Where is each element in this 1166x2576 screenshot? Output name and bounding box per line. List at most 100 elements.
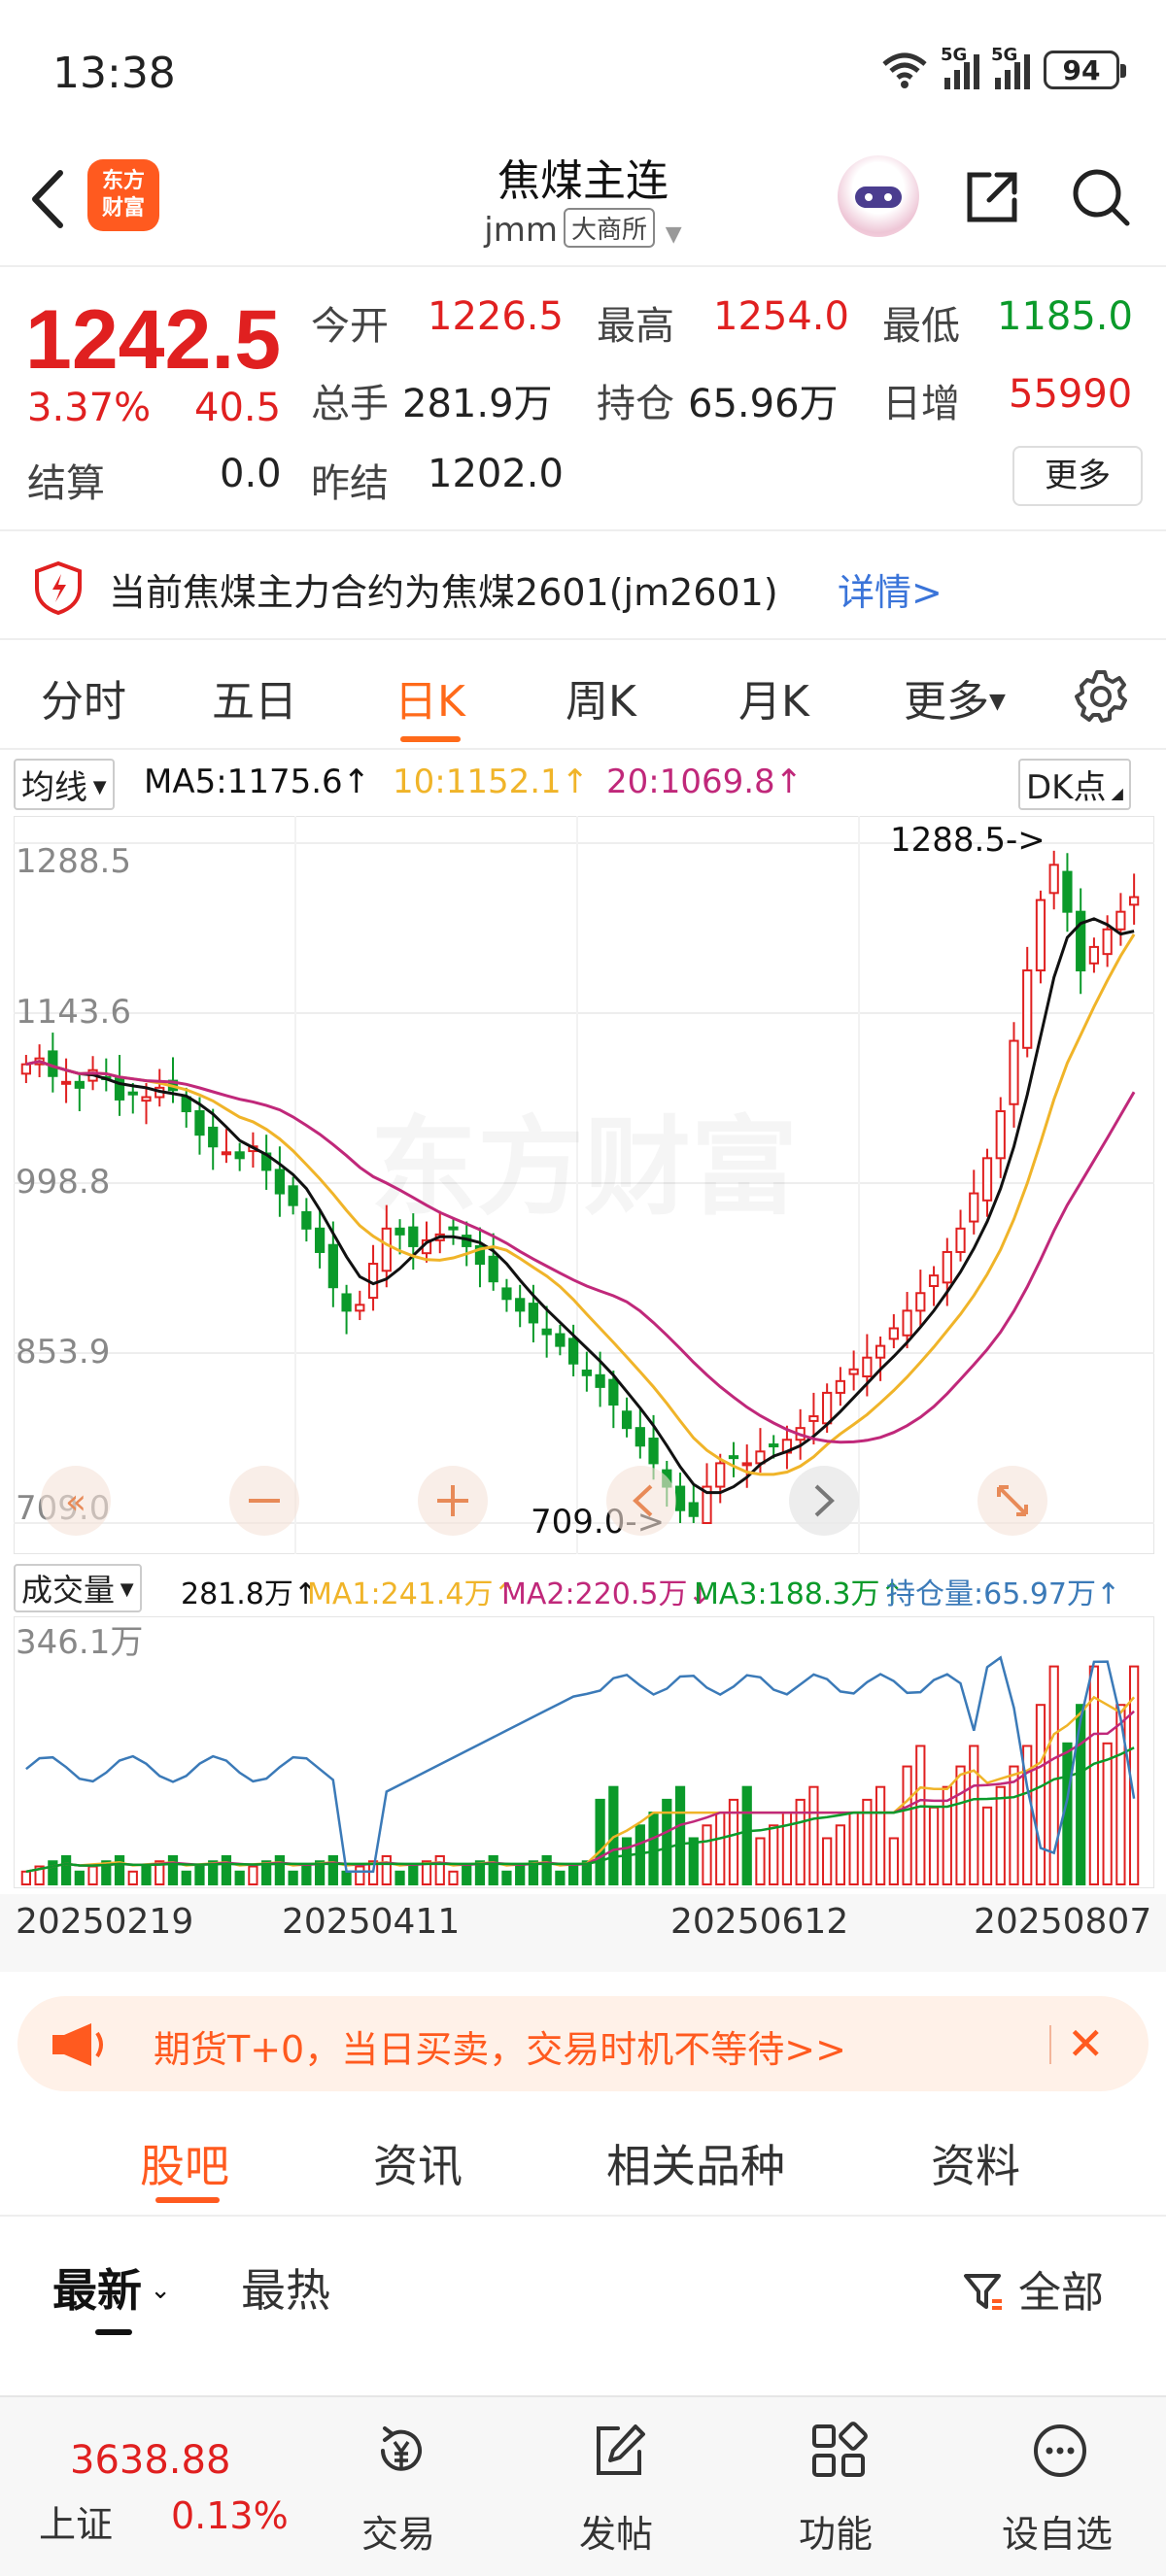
robot-assistant-icon[interactable] <box>838 155 919 237</box>
tab-monthly-k[interactable]: 月K <box>738 666 809 729</box>
ma20-value: 20:1069.8↑ <box>606 763 804 801</box>
volume-indicator-selector[interactable]: 成交量 ▼ <box>14 1564 142 1612</box>
scroll-left-button[interactable]: « <box>41 1466 111 1536</box>
tab-daily-k[interactable]: 日K <box>394 666 465 729</box>
sort-hot[interactable]: 最热 <box>241 2255 330 2320</box>
volume-bar <box>448 1870 459 1885</box>
nav-trade[interactable]: 交易 <box>301 2397 496 2576</box>
step-left-button[interactable] <box>606 1466 676 1536</box>
status-icons: 5G 5G 94 <box>880 45 1126 89</box>
vol-ma1-value: MA1:241.4万↑ <box>307 1577 518 1611</box>
double-left-icon: « <box>65 1482 86 1522</box>
volume-bar <box>341 1870 352 1885</box>
more-button[interactable]: 更多 <box>1012 446 1143 506</box>
candle-body <box>728 1455 739 1460</box>
tab-weekly-k[interactable]: 周K <box>566 666 636 729</box>
candle-body <box>1076 910 1086 972</box>
candle-body <box>221 1151 232 1156</box>
candle-body <box>835 1379 846 1394</box>
volume-bar <box>1102 1742 1113 1885</box>
tab-more[interactable]: 更多▼ <box>904 666 1006 729</box>
volume-bar <box>248 1865 258 1885</box>
candle-body <box>942 1250 952 1284</box>
candle-body <box>301 1210 312 1230</box>
nav-post[interactable]: 发帖 <box>519 2397 713 2576</box>
y-tick-label: 1143.6 <box>16 993 131 1032</box>
zoom-out-button[interactable] <box>229 1466 299 1536</box>
volume-bar <box>381 1854 392 1886</box>
volume-bar <box>741 1785 752 1885</box>
zoom-in-button[interactable] <box>418 1466 488 1536</box>
dk-point-selector[interactable]: DK点 ◢ <box>1018 759 1131 810</box>
ma5-value: MA5:1175.6↑ <box>144 763 371 801</box>
volume-bar <box>1009 1765 1019 1885</box>
candle-body <box>1035 898 1046 972</box>
volume-bar <box>1035 1704 1046 1885</box>
tab-intraday[interactable]: 分时 <box>41 666 126 729</box>
sort-bar: 最新 ⌄ 最热 全部 <box>0 2219 1166 2345</box>
high-value: 1254.0 <box>713 294 849 339</box>
candlestick-chart[interactable]: 东方财富 1288.51143.6998.8853.9709.0 1288.5-… <box>14 816 1154 1554</box>
sort-newest[interactable]: 最新 ⌄ <box>52 2255 171 2320</box>
promo-banner[interactable]: 期货T+0，当日买卖，交易时机不等待>> ✕ <box>17 1996 1149 2091</box>
candle-body <box>688 1502 699 1517</box>
volume-bar <box>808 1785 819 1885</box>
tab-forum[interactable]: 股吧 <box>140 2131 229 2195</box>
back-arrow-icon <box>32 170 63 228</box>
promo-divider <box>1049 2025 1051 2064</box>
volume-bar <box>20 1870 31 1885</box>
volume-bar <box>114 1854 125 1886</box>
step-right-button[interactable] <box>789 1466 859 1536</box>
candle-body <box>528 1303 539 1324</box>
change-amount: 40.5 <box>194 386 282 430</box>
nav-functions[interactable]: 功能 <box>738 2397 933 2576</box>
chevron-down-icon[interactable]: ▼ <box>666 222 682 247</box>
tab-five-day[interactable]: 五日 <box>212 666 297 729</box>
period-tabs: 分时 五日 日K 周K 月K 更多▼ <box>0 641 1166 750</box>
indicator-selector[interactable]: 均线 ▼ <box>14 759 115 810</box>
candle-body <box>621 1410 633 1430</box>
volume-max-label: 346.1万 <box>16 1623 143 1662</box>
filter-icon <box>964 2274 1002 2310</box>
volume-bar <box>434 1854 445 1886</box>
gear-icon[interactable] <box>1073 668 1129 725</box>
candle-body <box>20 1063 31 1075</box>
candle-body <box>141 1096 152 1102</box>
app-logo[interactable]: 东方 财富 <box>87 159 159 231</box>
date-tick: 20250807 <box>974 1902 1152 1942</box>
vol-ma3-value: MA3:188.3万↑ <box>694 1577 905 1611</box>
index-change: 0.13% <box>171 2494 289 2537</box>
contract-notice: 当前焦煤主力合约为焦煤2601(jm2601) 详情> <box>0 533 1166 640</box>
volume-bar <box>327 1854 338 1886</box>
candle-body <box>515 1298 526 1312</box>
open-interest-value: 65.96万 <box>688 382 839 426</box>
volume-chart[interactable]: 346.1万 <box>14 1616 1154 1888</box>
share-icon[interactable] <box>960 165 1024 229</box>
tab-news[interactable]: 资讯 <box>373 2131 463 2195</box>
candle-body <box>274 1169 286 1195</box>
volume-bar <box>488 1854 498 1886</box>
tab-related[interactable]: 相关品种 <box>606 2131 785 2195</box>
sort-indicator <box>95 2329 132 2335</box>
grid-icon <box>812 2422 868 2477</box>
fullscreen-button[interactable] <box>977 1466 1047 1536</box>
volume-bar <box>688 1837 699 1885</box>
candle-body <box>808 1415 819 1422</box>
search-icon[interactable] <box>1069 165 1133 229</box>
volume-bar <box>915 1745 926 1885</box>
candle-body <box>902 1309 912 1337</box>
close-icon[interactable]: ✕ <box>1067 2017 1105 2070</box>
notice-details-link[interactable]: 详情> <box>838 562 943 616</box>
nav-add-watchlist[interactable]: 设自选 <box>960 2397 1154 2576</box>
content-tabs: 股吧 资讯 相关品种 资料 <box>0 2108 1166 2217</box>
index-ticker[interactable]: 3638.88 上证 0.13% <box>0 2397 321 2576</box>
promo-text: 期货T+0，当日买卖，交易时机不等待>> <box>154 2028 846 2071</box>
tab-profile[interactable]: 资料 <box>931 2131 1020 2195</box>
volume-bar <box>568 1865 579 1885</box>
filter-button[interactable]: 全部 <box>962 2257 1104 2320</box>
volume-bar <box>501 1870 512 1885</box>
candle-body <box>715 1462 726 1488</box>
back-button[interactable] <box>23 165 82 233</box>
settle-value: 0.0 <box>220 452 282 496</box>
candle-body <box>394 1227 405 1236</box>
